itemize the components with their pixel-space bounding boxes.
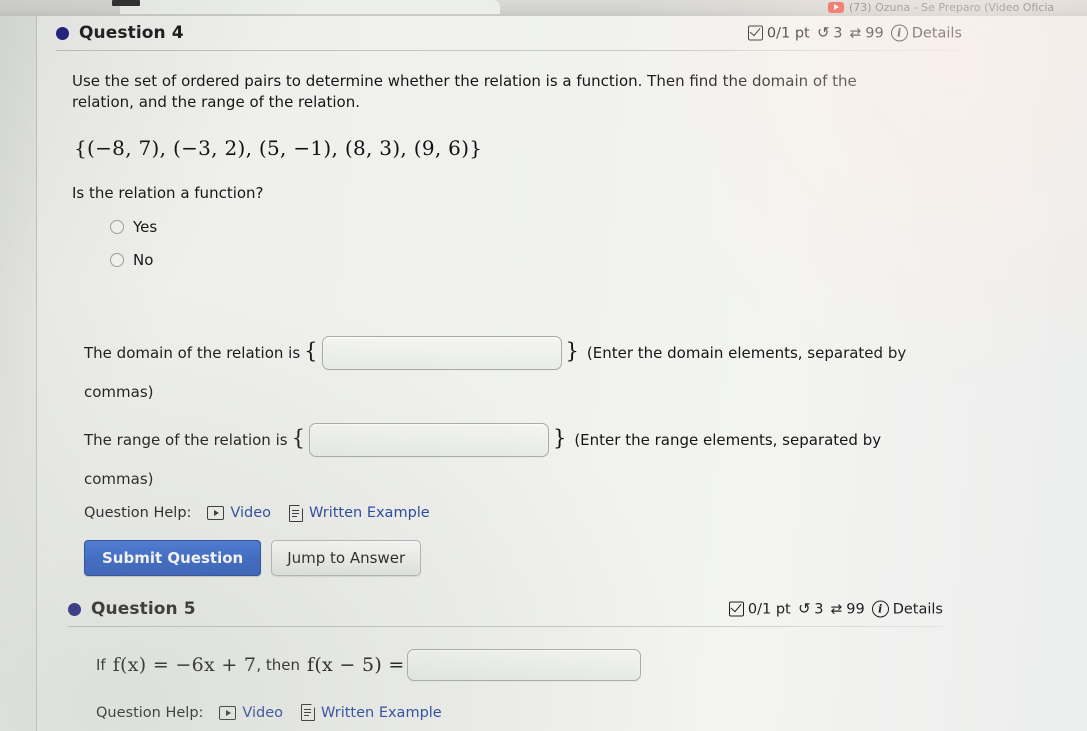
question-4-button-row: Submit Question Jump to Answer [84,539,1087,576]
question-5-title: Question 5 [91,599,196,619]
question-4-header: Question 4 0/1 pt ↻ 3 ⇄ 99 i Details [56,16,962,50]
range-input[interactable] [308,422,549,457]
points-badge: 0/1 pt [728,601,791,617]
browser-tab-youtube[interactable]: (73) Ozuna - Se Preparo (Video Oficia [828,0,1054,14]
question-5-answer-input[interactable] [406,649,641,681]
question-status-dot [68,602,81,616]
points-badge: 0/1 pt [747,25,810,41]
retry-icon: ↻ [816,23,830,42]
document-icon [289,504,304,522]
question-status-dot [56,26,69,40]
question-4-prompt: Use the set of ordered pairs to determin… [72,72,857,112]
option-row-no[interactable]: No [110,249,1087,271]
question-5-meta: 0/1 pt ↻ 3 ⇄ 99 i Details [728,599,943,618]
youtube-icon [828,1,844,13]
jump-to-answer-button[interactable]: Jump to Answer [271,539,422,576]
question-5-help-label: Question Help: [96,704,204,721]
question-5-video-link[interactable]: Video [219,705,283,721]
details-link[interactable]: i Details [890,24,962,42]
option-row-yes[interactable]: Yes [110,216,1087,238]
question-5-help-row: Question Help: Video Written Example [96,704,1087,721]
range-open-brace: { [291,426,305,451]
retries-value: 99 [865,25,884,41]
domain-hint-continued: commas) [84,382,154,401]
attempts-value: 3 [814,601,824,617]
assignment-page: Question 4 0/1 pt ↻ 3 ⇄ 99 i Details Use… [36,14,1087,731]
question-5-written-example-link[interactable]: Written Example [301,704,442,721]
attempts-badge: ↻ 3 [797,599,824,618]
question-5-math-prefix: If [96,656,106,674]
domain-open-brace: { [304,339,318,364]
range-hint: (Enter the range elements, separated by [574,430,882,449]
question-4-ordered-pairs: {(−8, 7), (−3, 2), (5, −1), (8, 3), (9, … [74,135,483,160]
retry-icon: ↻ [797,599,811,618]
range-close-brace: } [552,426,567,451]
question-4-divider [56,50,962,51]
domain-prefix-label: The domain of the relation is [84,343,301,362]
points-value: 0/1 pt [747,601,791,617]
submit-question-button[interactable]: Submit Question [84,539,262,576]
radio-yes-label: Yes [133,217,158,236]
range-hint-continued: commas) [84,469,154,488]
details-label: Details [892,601,943,617]
question-5-divider [68,626,943,627]
retries-value: 99 [846,601,865,617]
question-4-video-link[interactable]: Video [207,505,271,521]
attempts-value: 3 [833,25,843,41]
retries-badge: ⇄ 99 [850,25,884,41]
video-icon [219,705,237,720]
question-5-math-mid: , then [256,656,300,674]
question-block-4: Question 4 0/1 pt ↻ 3 ⇄ 99 i Details Use… [36,16,1087,576]
domain-answer-row: The domain of the relation is { } (Enter… [84,335,1087,370]
question-4-meta: 0/1 pt ↻ 3 ⇄ 99 i Details [747,23,962,42]
domain-hint: (Enter the domain elements, separated by [586,343,907,362]
written-example-link-label: Written Example [309,505,430,522]
domain-input[interactable] [321,335,562,370]
question-4-help-row: Question Help: Video Written Example [84,504,1087,522]
browser-tab-active[interactable] [120,0,500,14]
radio-no[interactable] [110,252,124,267]
video-link-label: Video [230,505,272,522]
question-block-5: Question 5 0/1 pt ↻ 3 ⇄ 99 i Details If … [36,592,1087,721]
document-icon [301,704,316,721]
radio-yes[interactable] [110,219,124,234]
video-icon [207,506,225,521]
question-5-header: Question 5 0/1 pt ↻ 3 ⇄ 99 i Details [68,592,943,626]
question-4-written-example-link[interactable]: Written Example [289,504,430,522]
attempts-badge: ↻ 3 [816,23,843,42]
info-icon: i [871,600,889,618]
checkbox-icon [747,25,763,41]
question-5-expression-row: If f(x) = −6x + 7 , then f(x − 5) = [96,649,1087,681]
written-example-link-label: Written Example [321,704,442,721]
domain-close-brace: } [565,339,579,364]
retries-badge: ⇄ 99 [831,601,865,617]
question-4-help-label: Question Help: [84,505,192,522]
checkbox-icon [728,601,744,617]
range-answer-row: The range of the relation is { } (Enter … [84,422,1087,457]
browser-tab-title: (73) Ozuna - Se Preparo (Video Oficia [849,0,1055,14]
range-prefix-label: The range of the relation is [84,430,288,449]
question-5-function-query: f(x − 5) = [306,654,405,676]
browser-tab-marker [112,0,140,6]
question-4-title: Question 4 [79,23,184,43]
details-label: Details [911,25,962,41]
video-link-label: Video [242,704,284,721]
radio-no-label: No [133,250,154,269]
swap-icon: ⇄ [849,25,862,41]
points-value: 0/1 pt [766,25,810,41]
swap-icon: ⇄ [830,601,843,617]
question-5-function-definition: f(x) = −6x + 7 [112,654,257,676]
details-link[interactable]: i Details [871,600,943,618]
info-icon: i [890,24,908,42]
question-4-subquestion: Is the relation a function? [72,183,264,202]
